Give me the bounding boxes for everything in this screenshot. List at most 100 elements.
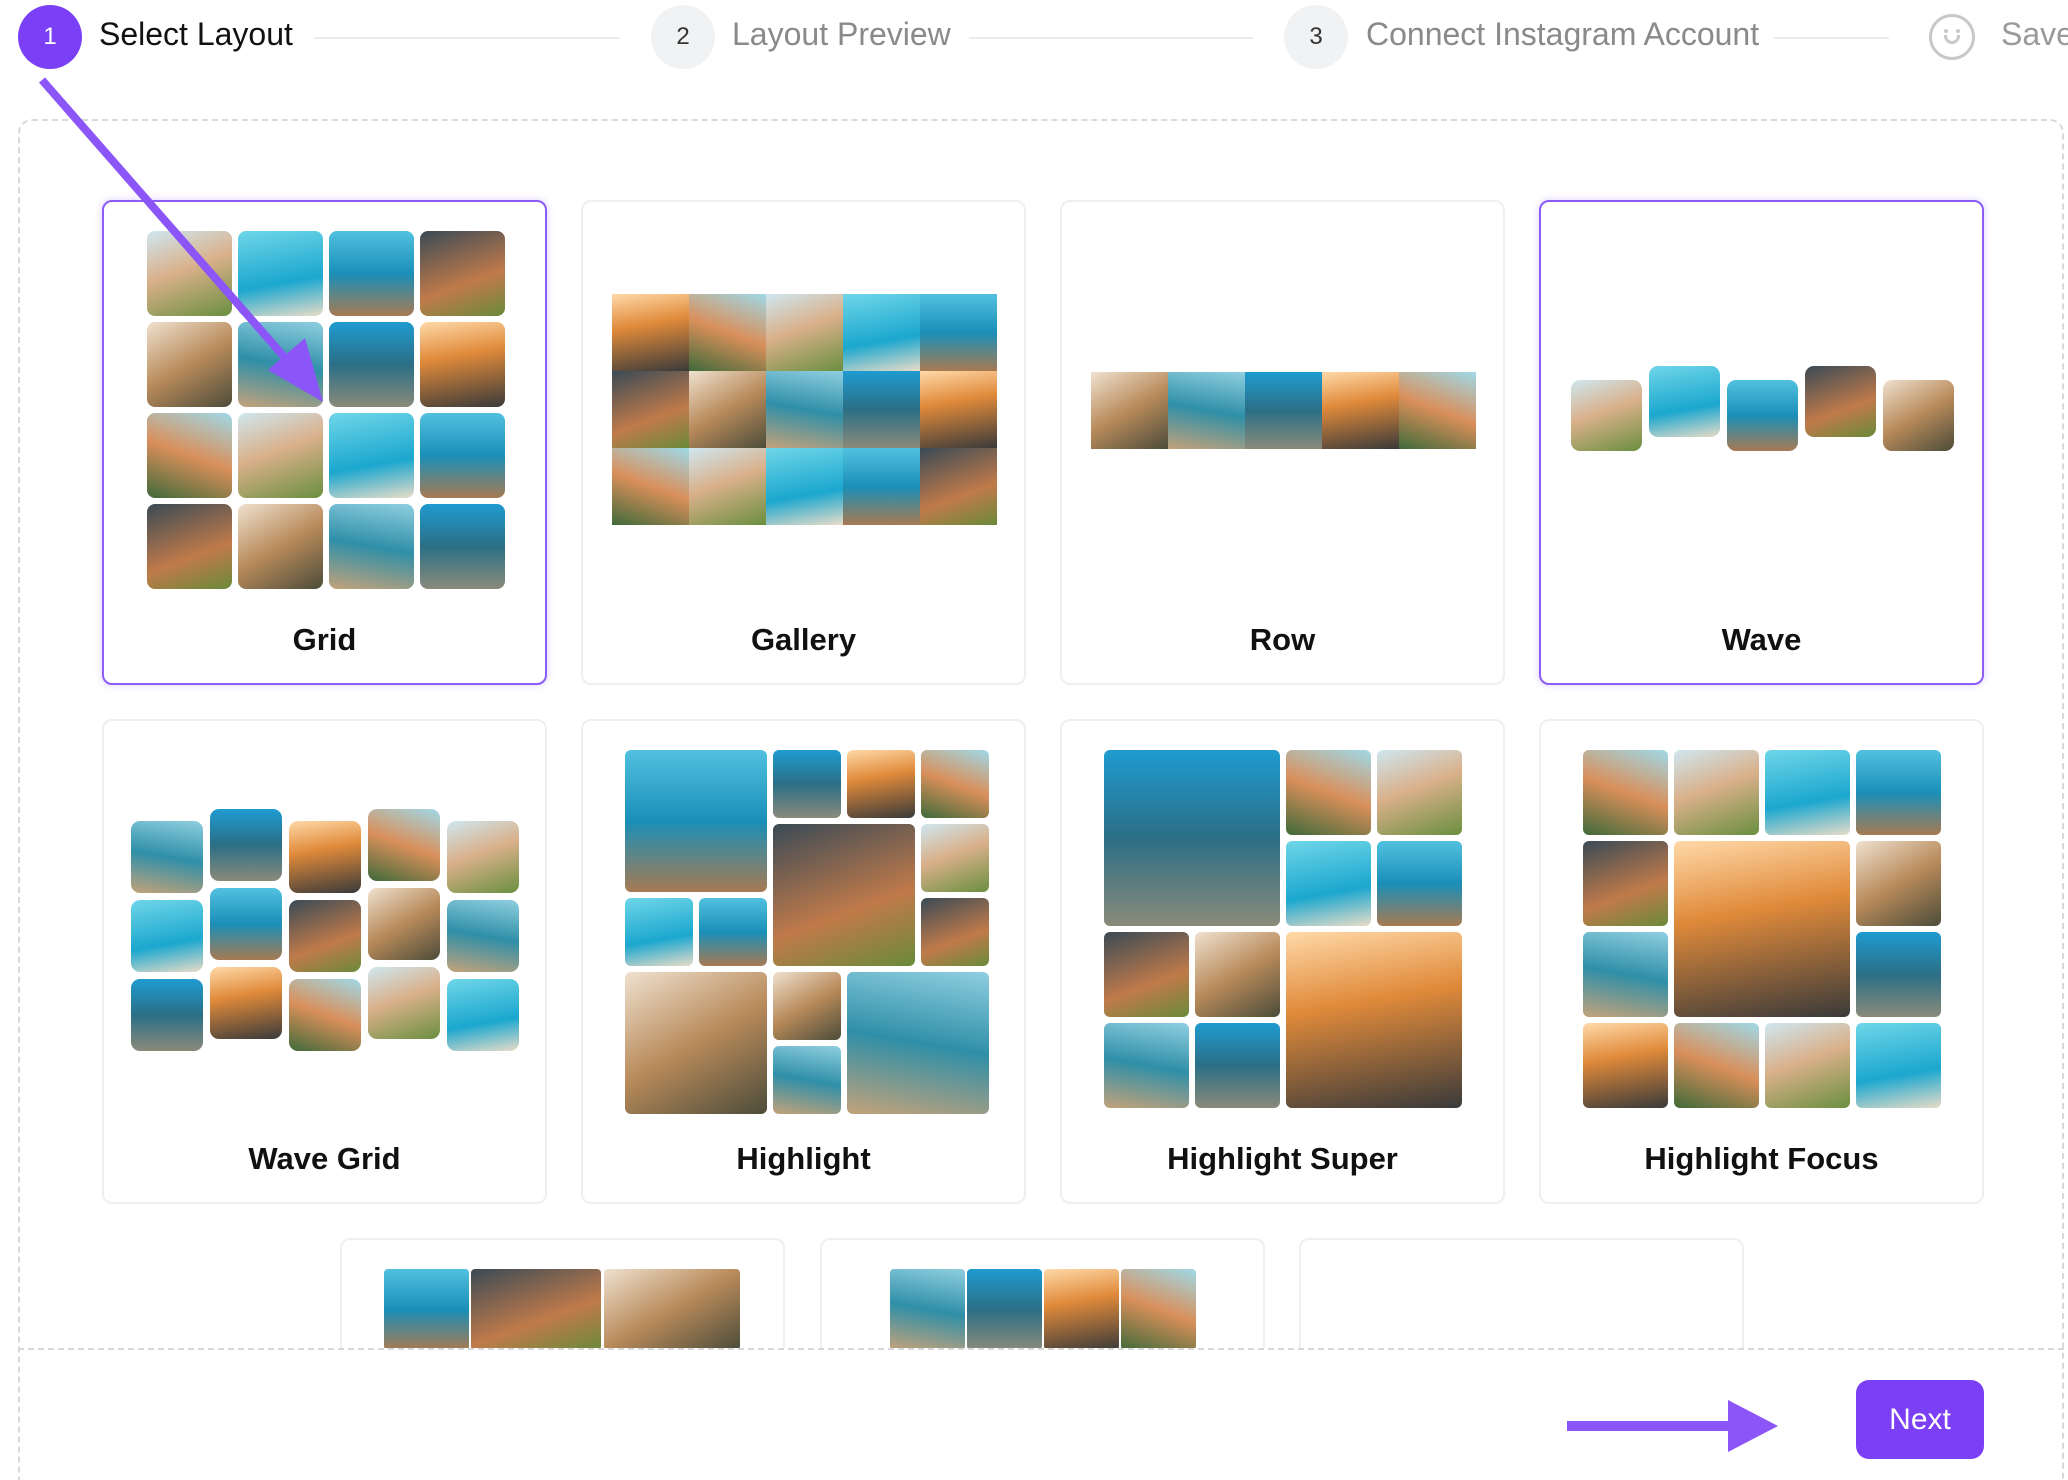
- photo-thumbnail: [384, 1269, 469, 1348]
- photo-thumbnail: [1286, 750, 1371, 835]
- photo-thumbnail: [329, 413, 414, 498]
- photo-thumbnail: [773, 750, 841, 818]
- photo-thumbnail: [1583, 750, 1668, 835]
- step-3-label[interactable]: Connect Instagram Account: [1366, 16, 1759, 53]
- photo-thumbnail: [920, 294, 997, 371]
- photo-thumbnail: [147, 413, 232, 498]
- photo-thumbnail: [1583, 932, 1668, 1017]
- photo-thumbnail: [289, 900, 361, 972]
- step-connector: [969, 37, 1253, 39]
- photo-thumbnail: [1649, 366, 1720, 437]
- layout-card-highlight-focus[interactable]: Highlight Focus: [1539, 719, 1984, 1204]
- photo-thumbnail: [689, 448, 766, 525]
- step-2-circle[interactable]: 2: [651, 5, 715, 69]
- photo-thumbnail: [625, 898, 693, 966]
- photo-thumbnail: [1286, 932, 1462, 1108]
- photo-thumbnail: [1044, 1269, 1119, 1348]
- photo-thumbnail: [329, 504, 414, 589]
- layout-card-wave[interactable]: Wave: [1539, 200, 1984, 685]
- photo-thumbnail: [1377, 750, 1462, 835]
- layout-card[interactable]: [820, 1238, 1265, 1348]
- photo-thumbnail: [238, 322, 323, 407]
- photo-thumbnail: [210, 809, 282, 881]
- layout-card-row[interactable]: Row: [1060, 200, 1505, 685]
- step-4-label[interactable]: Save: [2001, 16, 2068, 53]
- photo-thumbnail: [147, 504, 232, 589]
- layout-card[interactable]: [1299, 1238, 1744, 1348]
- photo-thumbnail: [1104, 932, 1189, 1017]
- photo-thumbnail: [1399, 372, 1476, 449]
- photo-thumbnail: [368, 888, 440, 960]
- layout-list[interactable]: Grid Gallery Row Wave Wave Grid Highlight High…: [20, 121, 2062, 1348]
- photo-thumbnail: [329, 322, 414, 407]
- photo-thumbnail: [920, 448, 997, 525]
- photo-thumbnail: [766, 448, 843, 525]
- photo-thumbnail: [612, 294, 689, 371]
- photo-thumbnail: [471, 1269, 601, 1348]
- layout-card-highlight-super[interactable]: Highlight Super: [1060, 719, 1505, 1204]
- step-3-circle[interactable]: 3: [1284, 5, 1348, 69]
- photo-thumbnail: [447, 979, 519, 1051]
- photo-thumbnail: [131, 979, 203, 1051]
- layout-card-wave-grid[interactable]: Wave Grid: [102, 719, 547, 1204]
- photo-thumbnail: [921, 750, 989, 818]
- photo-thumbnail: [1104, 1023, 1189, 1108]
- layout-title: Row: [1249, 622, 1316, 657]
- step-number: 3: [1309, 23, 1323, 50]
- step-1-circle[interactable]: 1: [18, 5, 82, 69]
- photo-thumbnail: [1674, 1023, 1759, 1108]
- photo-thumbnail: [329, 231, 414, 316]
- photo-thumbnail: [1583, 1023, 1668, 1108]
- photo-thumbnail: [1765, 1023, 1850, 1108]
- footer-divider: [18, 1348, 2064, 1350]
- step-number: 1: [43, 23, 57, 50]
- photo-thumbnail: [289, 821, 361, 893]
- photo-thumbnail: [238, 504, 323, 589]
- photo-thumbnail: [1583, 841, 1668, 926]
- photo-thumbnail: [1091, 372, 1168, 449]
- layout-title: Wave: [1721, 622, 1802, 657]
- step-2-label[interactable]: Layout Preview: [732, 16, 951, 53]
- photo-thumbnail: [289, 979, 361, 1051]
- photo-thumbnail: [890, 1269, 965, 1348]
- photo-thumbnail: [612, 448, 689, 525]
- photo-thumbnail: [1727, 380, 1798, 451]
- layout-title: Highlight Super: [1167, 1141, 1398, 1176]
- step-connector: [1774, 37, 1889, 39]
- layout-title: Wave Grid: [248, 1141, 401, 1176]
- photo-thumbnail: [447, 821, 519, 893]
- photo-thumbnail: [1856, 1023, 1941, 1108]
- layout-card[interactable]: [340, 1238, 785, 1348]
- photo-thumbnail: [420, 413, 505, 498]
- photo-thumbnail: [1322, 372, 1399, 449]
- layout-card-grid[interactable]: Grid: [102, 200, 547, 685]
- photo-thumbnail: [1245, 372, 1322, 449]
- photo-thumbnail: [612, 371, 689, 448]
- photo-thumbnail: [773, 1046, 841, 1114]
- photo-thumbnail: [1168, 372, 1245, 449]
- photo-thumbnail: [847, 972, 989, 1114]
- next-button[interactable]: Next: [1856, 1380, 1984, 1459]
- photo-thumbnail: [1883, 380, 1954, 451]
- photo-thumbnail: [689, 294, 766, 371]
- layout-title: Highlight: [736, 1141, 871, 1176]
- layout-title: Gallery: [750, 622, 857, 657]
- step-connector: [314, 37, 620, 39]
- photo-thumbnail: [131, 821, 203, 893]
- step-1-label[interactable]: Select Layout: [99, 16, 293, 53]
- photo-thumbnail: [766, 294, 843, 371]
- layout-card-highlight[interactable]: Highlight: [581, 719, 1026, 1204]
- photo-thumbnail: [238, 231, 323, 316]
- stepper: 1 Select Layout 2 Layout Preview 3 Conne…: [0, 0, 2068, 76]
- photo-thumbnail: [689, 371, 766, 448]
- photo-thumbnail: [1805, 366, 1876, 437]
- photo-thumbnail: [847, 750, 915, 818]
- layout-card-gallery[interactable]: Gallery: [581, 200, 1026, 685]
- photo-thumbnail: [368, 967, 440, 1039]
- photo-thumbnail: [1856, 841, 1941, 926]
- photo-thumbnail: [773, 824, 915, 966]
- photo-thumbnail: [1195, 932, 1280, 1017]
- photo-thumbnail: [843, 448, 920, 525]
- photo-thumbnail: [1571, 380, 1642, 451]
- photo-thumbnail: [843, 371, 920, 448]
